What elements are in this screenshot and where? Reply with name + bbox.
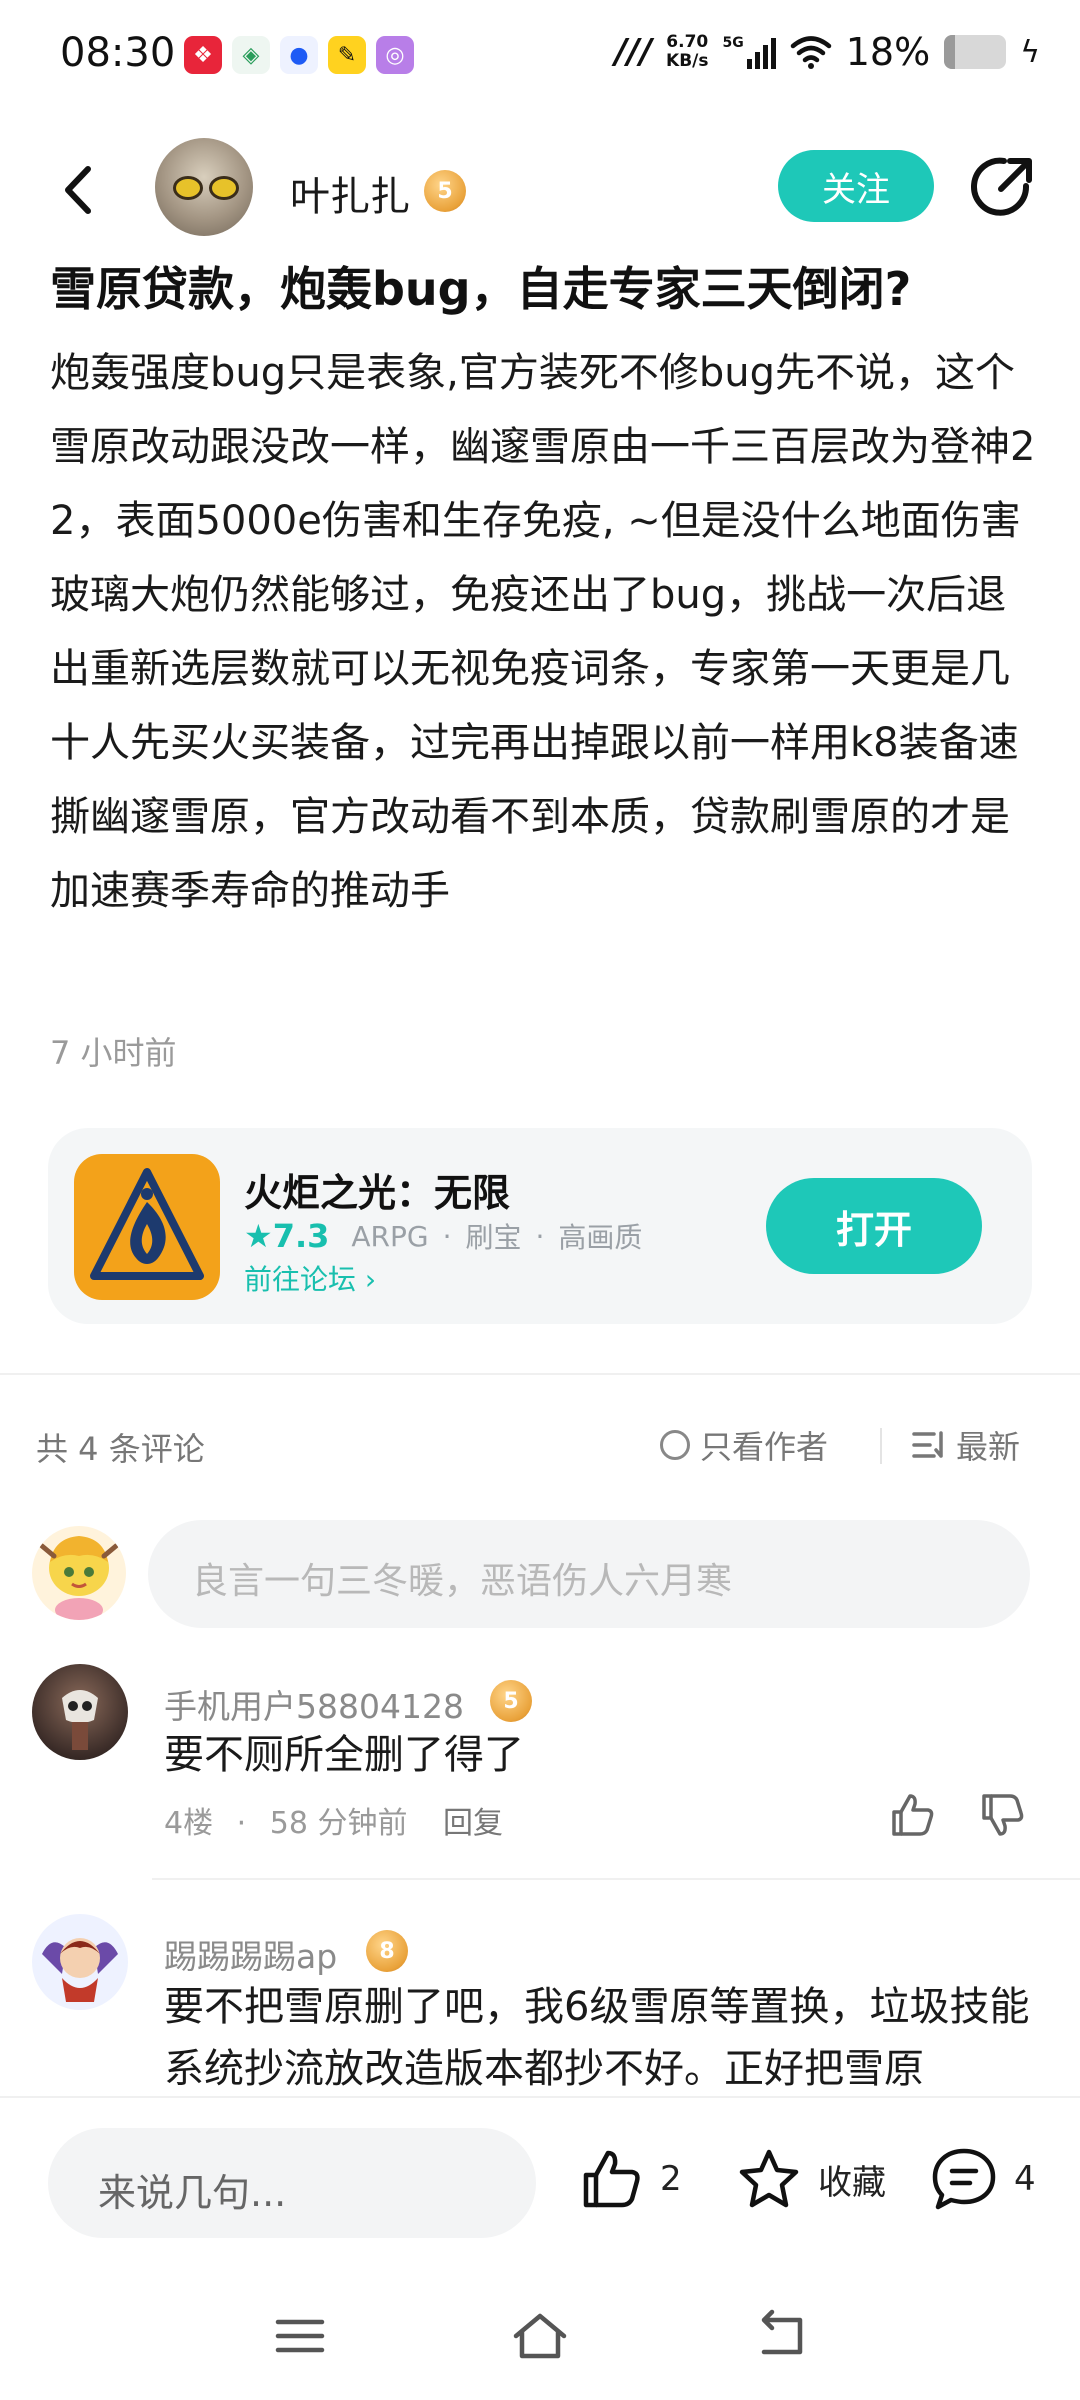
sort-icon [912,1431,943,1458]
battery-percent: 18% [845,30,931,74]
notification-icons: ❖ ◈ ● ✎ ◎ [184,36,414,74]
thumbs-up-icon[interactable] [888,1790,938,1840]
comment-text: 要不厕所全删了得了 [164,1732,524,1778]
post-body: 炮轰强度bug只是表象,官方装死不修bug先不说，这个雪原改动跟没改一样，幽邃雪… [50,350,1036,914]
sort-newest-button[interactable]: 最新 [912,1422,1020,1468]
level-badge-icon: 5 [424,170,466,212]
favorite-button[interactable]: 收藏 [736,2144,886,2214]
charging-icon: ϟ [1020,34,1040,70]
back-arrow-icon[interactable] [50,155,110,225]
game-tag: 高画质 [558,1221,643,1254]
comment-avatar[interactable] [32,1664,128,1760]
quick-reply-input[interactable]: 来说几句... [48,2128,536,2238]
home-icon[interactable] [510,2306,570,2366]
thumbs-down-icon[interactable] [978,1790,1028,1840]
game-meta: ★7.3 ARPG · 刷宝 · 高画质 [244,1217,643,1255]
post-header: 叶扎扎 5 关注 [0,130,1080,250]
menu-icon[interactable] [270,2306,330,2366]
app-notification-icon: ● [280,36,318,74]
status-indicators: /// 6.70 KB/s 5G 18% ϟ [615,30,1040,74]
star-icon [739,2149,799,2208]
status-time: 08:30 [60,30,176,76]
game-tag: ARPG [351,1219,429,1253]
follow-button[interactable]: 关注 [778,150,934,222]
like-button[interactable]: 2 [580,2144,682,2214]
comment-input[interactable]: 良言一句三冬暖，恶语伤人六月寒 [148,1520,1030,1628]
author-only-toggle[interactable]: 只看作者 [660,1422,828,1468]
chevron-right-icon: › [364,1263,377,1296]
comment-floor: 4楼 [164,1806,214,1841]
comment-bubble-icon [932,2148,996,2210]
game-score: ★7.3 [244,1217,330,1255]
wifi-icon [790,36,831,69]
app-notification-icon: ❖ [184,36,222,74]
app-notification-icon: ◎ [376,36,414,74]
comment-avatar[interactable] [32,1914,128,2010]
level-badge-icon: 5 [490,1680,532,1722]
comment-username[interactable]: 踢踢踢踢ap [164,1930,337,1978]
game-tag: 刷宝 [465,1221,522,1254]
comment-text: 要不把雪原删了吧，我6级雪原等置换，垃圾技能系统抄流放改造版本都抄不好。正好把雪… [164,1984,1030,2092]
comment-count: 共 4 条评论 [36,1430,205,1468]
comment-meta: 4楼 · 58 分钟前 回复 [164,1806,503,1841]
game-card[interactable]: 火炬之光：无限 ★7.3 ARPG · 刷宝 · 高画质 前往论坛 › 打开 [48,1128,1032,1324]
comment-button[interactable]: 4 [930,2144,1036,2214]
app-notification-icon: ◈ [232,36,270,74]
open-game-button[interactable]: 打开 [766,1178,982,1274]
level-badge-icon: 8 [366,1930,408,1972]
reply-button[interactable]: 回复 [443,1806,503,1841]
thumbs-up-icon [583,2150,640,2208]
system-nav-bar [0,2272,1080,2400]
brand-signal-icon: /// [614,32,653,72]
author-avatar[interactable] [155,138,253,236]
section-divider [0,1373,1080,1375]
share-icon[interactable] [968,152,1038,222]
comment-divider [152,1878,1080,1880]
net-speed: 6.70 KB/s [666,32,709,71]
app-notification-icon: ✎ [328,36,366,74]
status-bar: 08:30 ❖ ◈ ● ✎ ◎ /// 6.70 KB/s 5G 18% ϟ [0,0,1080,115]
comment-username[interactable]: 手机用户58804128 [164,1680,464,1728]
comment-time: 58 分钟前 [269,1806,408,1841]
game-icon [74,1154,220,1300]
radio-icon [660,1430,690,1460]
comments-header: 共 4 条评论 只看作者 最新 [0,1418,1080,1474]
forum-link[interactable]: 前往论坛 › [244,1258,376,1298]
cellular-signal-icon: 5G [723,35,776,69]
battery-icon [944,35,1007,69]
back-icon[interactable] [750,2306,810,2366]
author-name[interactable]: 叶扎扎 [290,164,410,222]
post-title: 雪原贷款，炮轰bug，自走专家三天倒闭? [50,262,912,316]
my-avatar [32,1526,126,1620]
game-name: 火炬之光：无限 [244,1171,511,1215]
post-time: 7 小时前 [50,1034,177,1072]
bottom-action-bar: 来说几句... 2 收藏 4 [0,2096,1080,2274]
